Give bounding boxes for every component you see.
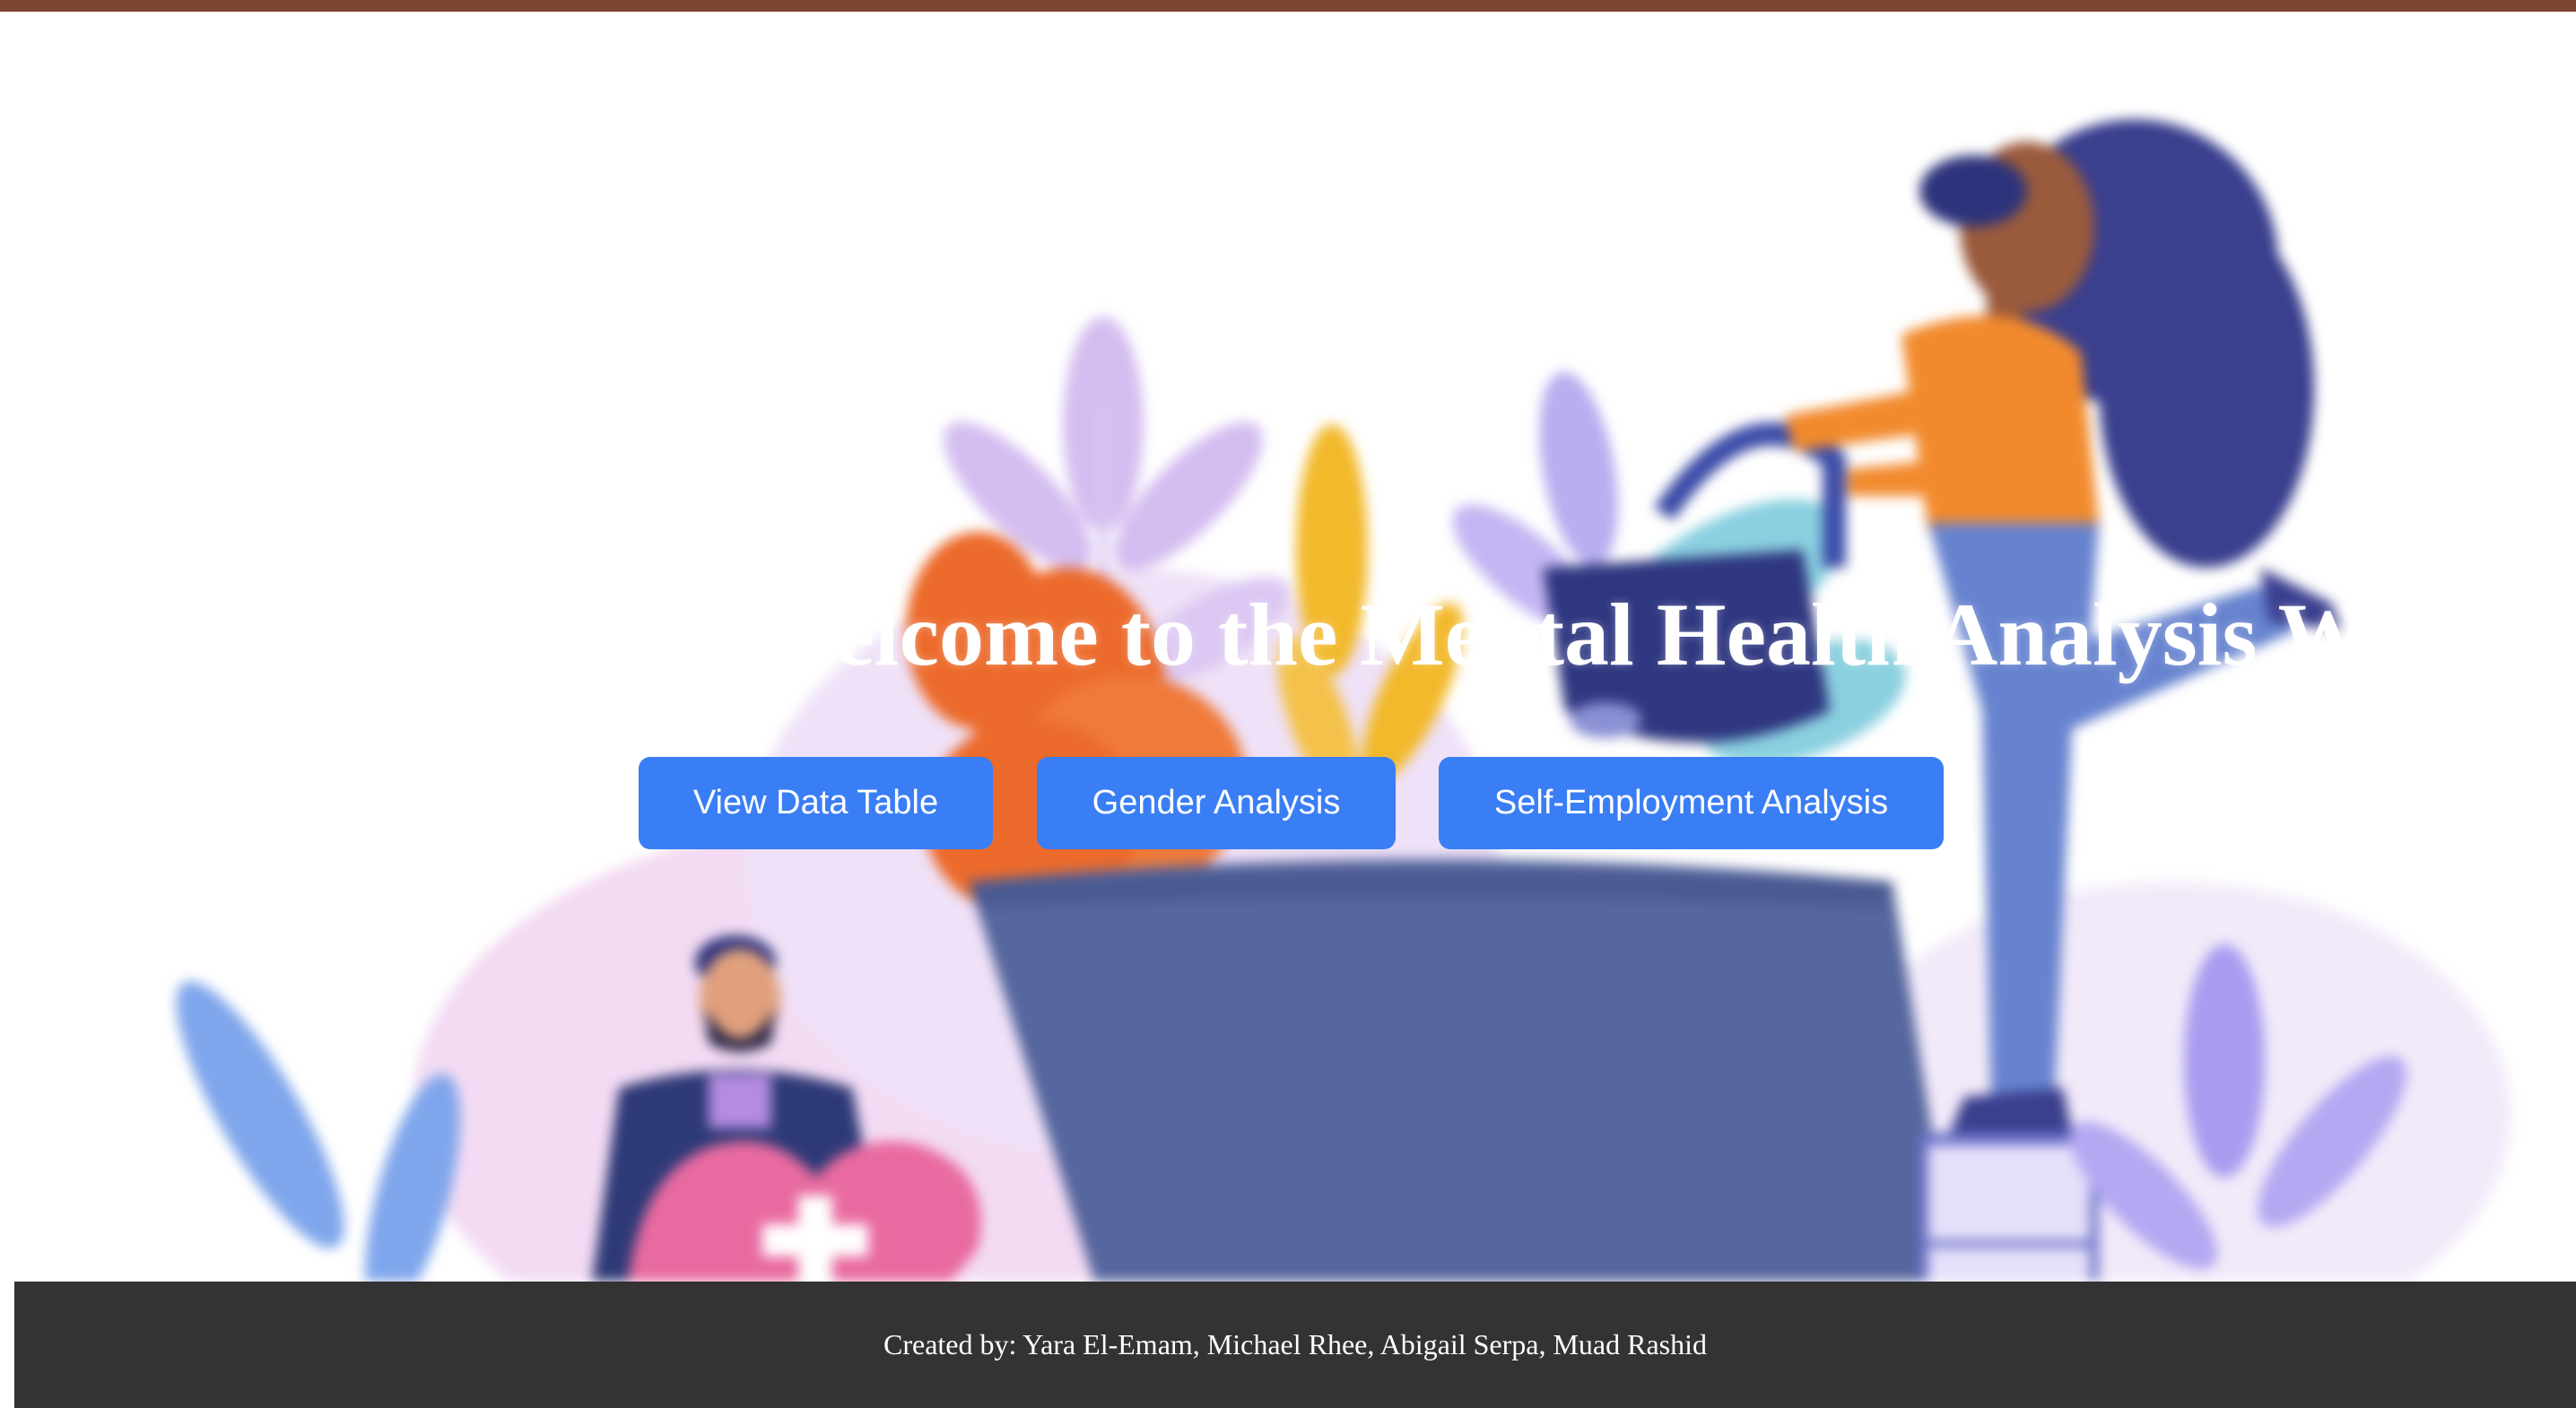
view-data-table-button[interactable]: View Data Table (639, 757, 993, 849)
hero-section: Welcome to the Mental Health Analysis We… (0, 12, 2576, 1282)
footer: Created by: Yara El-Emam, Michael Rhee, … (14, 1282, 2576, 1408)
page-title: Welcome to the Mental Health Analysis We… (750, 585, 2576, 684)
footer-credits: Created by: Yara El-Emam, Michael Rhee, … (883, 1328, 1707, 1360)
self-employment-analysis-button[interactable]: Self-Employment Analysis (1439, 757, 1944, 849)
top-accent-bar (0, 0, 2576, 12)
gender-analysis-button[interactable]: Gender Analysis (1037, 757, 1396, 849)
